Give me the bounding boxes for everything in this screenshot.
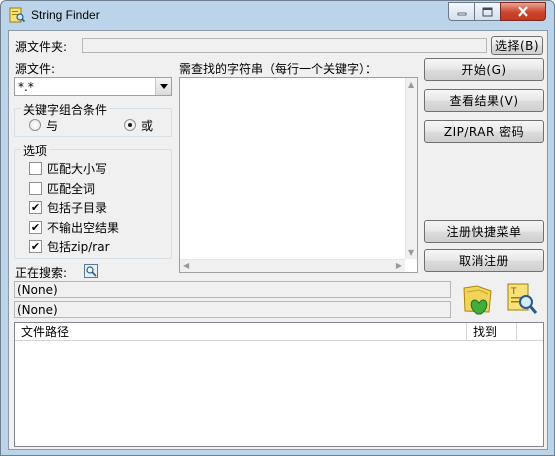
search-document-icon[interactable]: T bbox=[505, 282, 539, 316]
radio-and-label: 与 bbox=[46, 119, 59, 133]
status-line-2: (None) bbox=[14, 301, 451, 318]
chevron-down-icon bbox=[159, 84, 168, 89]
close-button[interactable] bbox=[500, 2, 546, 21]
source-folder-field[interactable] bbox=[82, 38, 487, 53]
match-case-label: 匹配大小写 bbox=[47, 162, 108, 176]
maximize-icon bbox=[482, 7, 493, 16]
checkbox-subdirectories[interactable]: ✔ bbox=[29, 201, 42, 214]
checkbox-whole-word[interactable] bbox=[29, 182, 42, 195]
scroll-left-icon: ◀ bbox=[183, 261, 190, 270]
skip-empty-label: 不输出空结果 bbox=[47, 221, 120, 235]
browse-button[interactable]: 选择(B) bbox=[491, 36, 543, 55]
register-menu-button[interactable]: 注册快捷菜单 bbox=[424, 220, 544, 243]
scroll-down-icon: ▼ bbox=[408, 248, 415, 257]
whole-word-label: 匹配全词 bbox=[47, 182, 96, 196]
column-header-path[interactable]: 文件路径 bbox=[15, 323, 467, 341]
radio-or[interactable] bbox=[124, 119, 136, 131]
status-line-1: (None) bbox=[14, 281, 451, 298]
client-area: 源文件夹: 选择(B) 源文件: *.* 关键字组合条件 与 或 选项 匹配大小… bbox=[8, 30, 548, 450]
searching-label: 正在搜索: bbox=[15, 266, 68, 280]
checkbox-skip-empty[interactable]: ✔ bbox=[29, 221, 42, 234]
app-window: String Finder 源文件夹: 选择(B) 源文件: *.* 关键字组合… bbox=[0, 0, 555, 456]
subdirectories-label: 包括子目录 bbox=[47, 201, 108, 215]
unregister-button[interactable]: 取消注册 bbox=[424, 249, 544, 272]
minimize-icon bbox=[457, 12, 466, 15]
favorites-icon[interactable] bbox=[461, 284, 495, 316]
window-title: String Finder bbox=[31, 8, 100, 22]
app-icon bbox=[9, 7, 25, 23]
source-file-dropdown-button[interactable] bbox=[155, 78, 171, 95]
keywords-textarea[interactable]: ▲ ▼ ◀ ▶ bbox=[179, 77, 418, 273]
source-file-label: 源文件: bbox=[15, 62, 56, 76]
source-folder-label: 源文件夹: bbox=[15, 40, 68, 54]
results-table-header: 文件路径 找到 bbox=[15, 323, 543, 341]
radio-and[interactable] bbox=[29, 119, 41, 131]
title-bar: String Finder bbox=[1, 1, 554, 30]
start-button[interactable]: 开始(G) bbox=[424, 58, 544, 81]
keywords-vscrollbar[interactable]: ▲ ▼ bbox=[405, 78, 417, 259]
keywords-label: 需查找的字符串（每行一个关键字）： bbox=[179, 62, 378, 76]
svg-text:T: T bbox=[510, 287, 517, 297]
minimize-button[interactable] bbox=[448, 2, 475, 21]
source-file-combo[interactable]: *.* bbox=[14, 77, 172, 96]
source-file-value: *.* bbox=[18, 80, 34, 94]
scroll-right-icon: ▶ bbox=[395, 261, 402, 270]
zip-password-button[interactable]: ZIP/RAR 密码 bbox=[424, 120, 544, 143]
radio-or-label: 或 bbox=[141, 119, 154, 133]
checkbox-match-case[interactable] bbox=[29, 162, 42, 175]
status-line-1-text: (None) bbox=[17, 283, 58, 297]
results-table[interactable]: 文件路径 找到 bbox=[14, 322, 544, 447]
view-results-button[interactable]: 查看结果(V) bbox=[424, 89, 544, 112]
options-title: 选项 bbox=[21, 142, 50, 159]
include-archives-label: 包括zip/rar bbox=[47, 240, 110, 254]
column-header-found[interactable]: 找到 bbox=[467, 323, 517, 341]
keyword-condition-group: 关键字组合条件 与 或 bbox=[14, 101, 172, 137]
keywords-hscrollbar[interactable]: ◀ ▶ bbox=[180, 259, 405, 272]
maximize-button[interactable] bbox=[474, 2, 501, 21]
keyword-condition-title: 关键字组合条件 bbox=[21, 101, 110, 118]
close-icon bbox=[518, 6, 528, 17]
checkbox-include-archives[interactable]: ✔ bbox=[29, 240, 42, 253]
status-line-2-text: (None) bbox=[17, 303, 58, 317]
scroll-up-icon: ▲ bbox=[408, 80, 415, 89]
options-group: 选项 匹配大小写 匹配全词 ✔ 包括子目录 ✔ 不输出空结果 ✔ 包括zip/r… bbox=[14, 142, 172, 259]
search-progress-icon bbox=[84, 264, 98, 278]
